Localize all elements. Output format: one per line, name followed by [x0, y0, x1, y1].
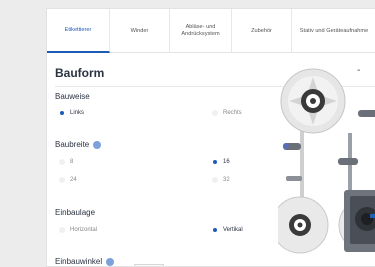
baubreite-option-32-label: 32	[223, 177, 230, 183]
info-icon[interactable]	[106, 257, 115, 266]
einbaulage-option-horizontal[interactable]: Horizontal	[59, 227, 97, 233]
baubreite-option-32[interactable]: 32	[212, 177, 230, 183]
einbauwinkel-label: Einbauwinkel	[55, 257, 115, 266]
einbaulage-label: Einbaulage	[55, 208, 95, 217]
bauweise-option-rechts[interactable]: Rechts	[212, 110, 242, 116]
baubreite-option-24[interactable]: 24	[59, 177, 77, 183]
labeler-machine-image	[278, 68, 375, 254]
tab-ablaese-andruecksystem[interactable]: Abläse- und Andrücksystem	[170, 9, 232, 53]
radio-icon	[212, 177, 218, 183]
baubreite-option-24-label: 24	[70, 177, 77, 183]
baubreite-option-16[interactable]: 16	[212, 159, 230, 165]
bauweise-option-links-label: Links	[70, 110, 85, 116]
baubreite-option-8-label: 8	[70, 159, 74, 165]
einbaulage-label-text: Einbaulage	[55, 208, 96, 217]
radio-icon	[212, 110, 218, 116]
tab-etikettierer[interactable]: Etikettierer	[47, 9, 110, 53]
radio-selected-icon	[60, 111, 64, 115]
radio-selected-icon	[213, 160, 217, 164]
info-icon[interactable]	[93, 140, 102, 149]
bauweise-label: Bauweise	[55, 92, 90, 101]
einbaulage-option-horizontal-label: Horizontal	[70, 227, 98, 233]
tab-stativ-geraeteaufnahme[interactable]: Stativ und Geräteaufnahme	[292, 9, 375, 53]
tab-bar: Etikettierer Winder Abläse- und Andrücks…	[47, 9, 375, 53]
bauweise-option-rechts-label: Rechts	[223, 110, 242, 116]
bauweise-label-text: Bauweise	[55, 92, 90, 101]
radio-selected-icon	[213, 228, 217, 232]
radio-icon	[59, 159, 65, 165]
radio-icon	[59, 177, 65, 183]
baubreite-option-16-label: 16	[223, 159, 230, 165]
einbauwinkel-label-text: Einbauwinkel	[55, 257, 103, 266]
tab-zubehoer[interactable]: Zubehör	[232, 9, 292, 53]
bauweise-option-links[interactable]: Links	[59, 110, 84, 116]
baubreite-label-text: Baubreite	[55, 140, 90, 149]
section-title: Bauform	[55, 66, 105, 80]
einbaulage-option-vertikal[interactable]: Vertikal	[212, 227, 243, 233]
einbaulage-option-vertikal-label: Vertikal	[223, 227, 243, 233]
radio-icon	[59, 227, 65, 233]
tab-winder[interactable]: Winder	[110, 9, 170, 53]
baubreite-option-8[interactable]: 8	[59, 159, 73, 165]
baubreite-label: Baubreite	[55, 140, 102, 149]
